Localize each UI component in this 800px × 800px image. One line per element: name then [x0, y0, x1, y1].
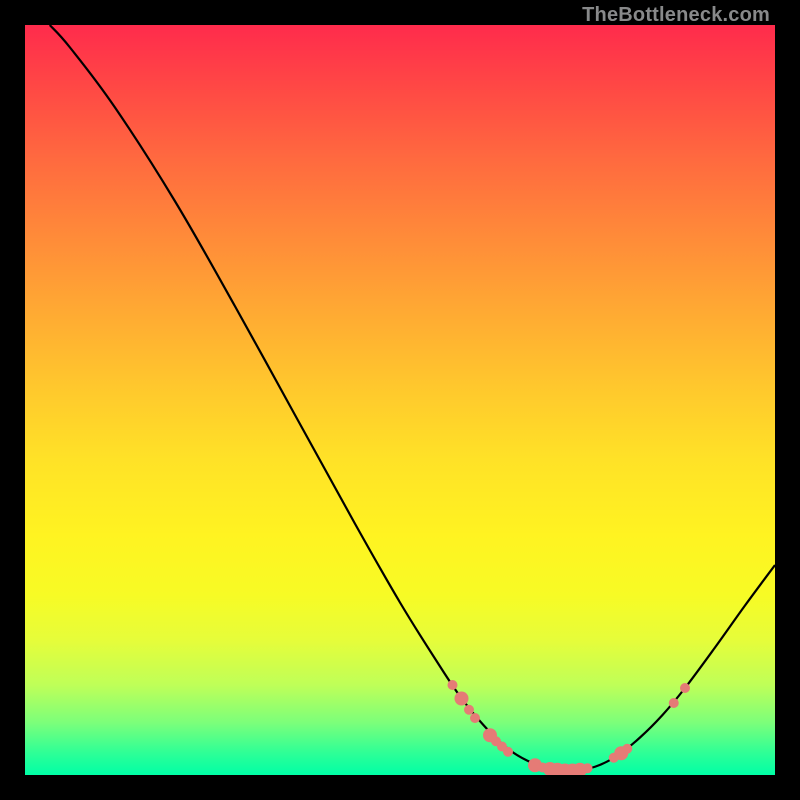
data-marker — [680, 683, 690, 693]
chart-frame: TheBottleneck.com — [0, 0, 800, 800]
data-markers — [448, 680, 691, 775]
data-marker — [448, 680, 458, 690]
data-marker — [503, 747, 513, 757]
data-marker — [470, 713, 480, 723]
chart-svg — [25, 25, 775, 775]
watermark-text: TheBottleneck.com — [582, 4, 770, 27]
data-marker — [583, 763, 593, 773]
data-marker — [669, 698, 679, 708]
data-marker — [622, 744, 632, 754]
bottleneck-curve — [50, 25, 775, 771]
data-marker — [464, 705, 474, 715]
data-marker — [455, 692, 469, 706]
